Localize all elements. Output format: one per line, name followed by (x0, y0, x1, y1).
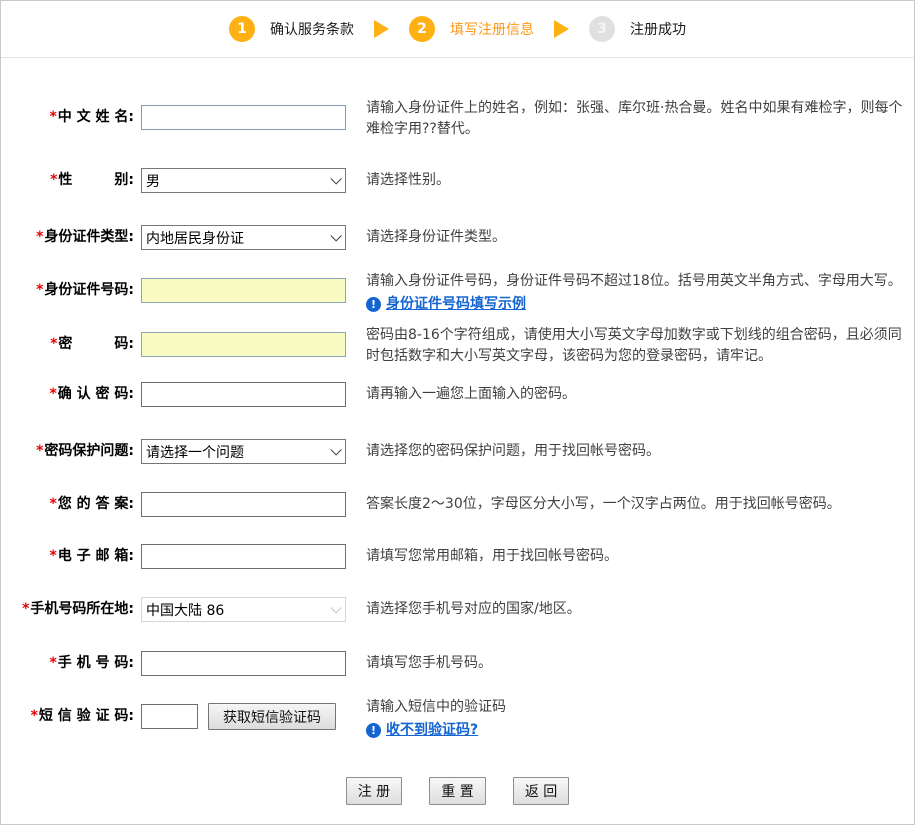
password-label: *密 码: (1, 332, 134, 357)
phone-region-hint: 请选择您手机号对应的国家/地区。 (366, 599, 914, 620)
security-question-label: *密码保护问题: (1, 439, 134, 464)
row-chinese-name: *中 文 姓 名: 请输入身份证件上的姓名，例如：张强、库尔班·热合曼。姓名中如… (1, 105, 914, 135)
arrow-right-icon (554, 20, 569, 38)
back-button[interactable]: 返 回 (513, 777, 569, 805)
id-type-hint: 请选择身份证件类型。 (366, 227, 914, 248)
id-number-input[interactable] (141, 278, 346, 303)
step-2-label: 填写注册信息 (450, 19, 534, 39)
chinese-name-hint: 请输入身份证件上的姓名，例如：张强、库尔班·热合曼。姓名中如果有难检字，则每个难… (366, 98, 914, 140)
row-id-type: *身份证件类型: 内地居民身份证 请选择身份证件类型。 (1, 225, 914, 255)
gender-select-value: 男 (146, 171, 160, 191)
step-1-circle: 1 (229, 16, 255, 42)
confirm-password-input[interactable] (141, 382, 346, 407)
phone-region-select[interactable]: 中国大陆 86 (141, 597, 346, 622)
step-fill-info: 2 填写注册信息 (409, 16, 534, 42)
id-number-hint: 请输入身份证件号码，身份证件号码不超过18位。括号用英文半角方式、字母用大写。 … (366, 271, 914, 315)
phone-region-label: *手机号码所在地: (1, 597, 134, 622)
chinese-name-label: *中 文 姓 名: (1, 105, 134, 130)
step-indicator: 1 确认服务条款 2 填写注册信息 3 注册成功 (1, 1, 914, 58)
id-number-label: *身份证件号码: (1, 278, 134, 303)
chevron-down-icon (330, 173, 341, 184)
get-sms-code-button[interactable]: 获取短信验证码 (208, 703, 336, 730)
row-email: *电 子 邮 箱: 请填写您常用邮箱，用于找回帐号密码。 (1, 544, 914, 574)
sms-code-hint: 请输入短信中的验证码 ! 收不到验证码? (366, 697, 914, 741)
email-label: *电 子 邮 箱: (1, 544, 134, 569)
row-answer: *您 的 答 案: 答案长度2～30位，字母区分大小写，一个汉字占两位。用于找回… (1, 492, 914, 522)
phone-region-select-value: 中国大陆 86 (146, 600, 224, 620)
row-id-number: *身份证件号码: 请输入身份证件号码，身份证件号码不超过18位。括号用英文半角方… (1, 278, 914, 308)
reset-button[interactable]: 重 置 (429, 777, 485, 805)
row-confirm-password: *确 认 密 码: 请再输入一遍您上面输入的密码。 (1, 382, 914, 412)
answer-input[interactable] (141, 492, 346, 517)
step-3-label: 注册成功 (630, 19, 686, 39)
row-password: *密 码: 密码由8-16个字符组成，请使用大小写英文字母加数字或下划线的组合密… (1, 332, 914, 362)
sms-code-label: *短 信 验 证 码: (1, 704, 134, 729)
register-button[interactable]: 注 册 (346, 777, 402, 805)
chevron-down-icon (330, 230, 341, 241)
answer-hint: 答案长度2～30位，字母区分大小写，一个汉字占两位。用于找回帐号密码。 (366, 494, 914, 515)
gender-select[interactable]: 男 (141, 168, 346, 193)
confirm-password-hint: 请再输入一遍您上面输入的密码。 (366, 384, 914, 405)
email-hint: 请填写您常用邮箱，用于找回帐号密码。 (366, 546, 914, 567)
sms-code-input[interactable] (141, 704, 198, 729)
step-2-circle: 2 (409, 16, 435, 42)
answer-label: *您 的 答 案: (1, 492, 134, 517)
chevron-down-icon (330, 444, 341, 455)
gender-hint: 请选择性别。 (366, 170, 914, 191)
row-security-question: *密码保护问题: 请选择一个问题 请选择您的密码保护问题，用于找回帐号密码。 (1, 439, 914, 469)
step-confirm-terms: 1 确认服务条款 (229, 16, 354, 42)
no-code-received-link[interactable]: 收不到验证码? (386, 720, 478, 741)
step-3-circle: 3 (589, 16, 615, 42)
step-1-label: 确认服务条款 (270, 19, 354, 39)
id-number-example-link[interactable]: 身份证件号码填写示例 (386, 294, 526, 315)
phone-number-input[interactable] (141, 651, 346, 676)
arrow-right-icon (374, 20, 389, 38)
confirm-password-label: *确 认 密 码: (1, 382, 134, 407)
phone-number-hint: 请填写您手机号码。 (366, 653, 914, 674)
id-number-hint-text: 请输入身份证件号码，身份证件号码不超过18位。括号用英文半角方式、字母用大写。 (366, 273, 902, 289)
step-success: 3 注册成功 (589, 16, 686, 42)
phone-number-label: *手 机 号 码: (1, 651, 134, 676)
security-question-select-value: 请选择一个问题 (146, 442, 244, 462)
row-gender: *性 别: 男 请选择性别。 (1, 168, 914, 198)
chevron-down-icon (330, 602, 341, 613)
id-type-select[interactable]: 内地居民身份证 (141, 225, 346, 250)
form-actions: 注 册 重 置 返 回 (1, 777, 914, 805)
id-type-select-value: 内地居民身份证 (146, 228, 244, 248)
gender-label: *性 别: (1, 168, 134, 193)
row-sms-code: *短 信 验 证 码: 获取短信验证码 请输入短信中的验证码 ! 收不到验证码? (1, 704, 914, 734)
info-icon: ! (366, 297, 381, 312)
row-phone-region: *手机号码所在地: 中国大陆 86 请选择您手机号对应的国家/地区。 (1, 597, 914, 627)
row-phone-number: *手 机 号 码: 请填写您手机号码。 (1, 651, 914, 681)
id-type-label: *身份证件类型: (1, 225, 134, 250)
info-icon: ! (366, 723, 381, 738)
email-input[interactable] (141, 544, 346, 569)
security-question-hint: 请选择您的密码保护问题，用于找回帐号密码。 (366, 441, 914, 462)
sms-code-hint-text: 请输入短信中的验证码 (366, 699, 506, 715)
security-question-select[interactable]: 请选择一个问题 (141, 439, 346, 464)
registration-page: 1 确认服务条款 2 填写注册信息 3 注册成功 *中 文 姓 名: 请输入身份… (0, 0, 915, 825)
password-input[interactable] (141, 332, 346, 357)
password-hint: 密码由8-16个字符组成，请使用大小写英文字母加数字或下划线的组合密码，且必须同… (366, 325, 914, 367)
chinese-name-input[interactable] (141, 105, 346, 130)
